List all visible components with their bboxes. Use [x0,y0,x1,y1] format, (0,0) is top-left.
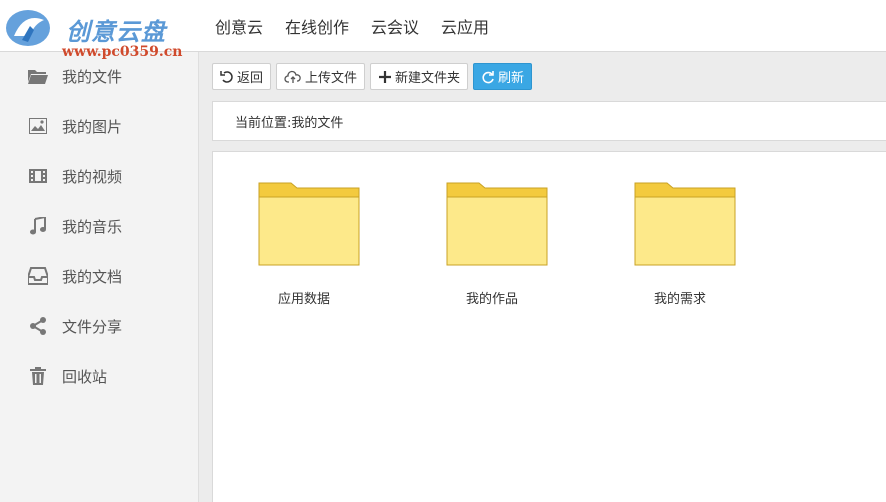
plus-icon [379,70,392,83]
toolbar: 返回 上传文件 新建文件夹 刷新 [212,63,537,90]
folder-icon [258,182,360,266]
watermark-text: www.pc0359.cn [62,44,183,60]
breadcrumb: 当前位置:我的文件 [212,101,886,141]
film-icon [28,166,48,186]
back-button[interactable]: 返回 [212,63,272,90]
upload-button-label: 上传文件 [305,71,358,86]
sidebar-item-my-music[interactable]: 我的音乐 [0,206,199,246]
trash-icon [28,366,48,386]
folder-name: 应用数据 [277,292,330,307]
file-grid: 应用数据 我的作品 我的需求 [212,151,886,502]
sidebar-item-my-images[interactable]: 我的图片 [0,106,199,146]
cloud-upload-icon [284,70,301,83]
inbox-icon [28,266,48,286]
top-bar: 创意云盘 www.pc0359.cn 创意云 在线创作 云会议 云应用 [0,0,886,60]
sidebar-item-recycle-bin[interactable]: 回收站 [0,356,199,396]
undo-icon [220,70,233,83]
refresh-button-label: 刷新 [498,71,525,86]
new-folder-button-label: 新建文件夹 [395,71,461,86]
logo-text: 创意云盘 [66,17,166,46]
new-folder-button[interactable]: 新建文件夹 [370,63,469,90]
folder-name: 我的需求 [653,292,706,307]
breadcrumb-text: 当前位置:我的文件 [235,115,344,131]
top-nav: 创意云 在线创作 云会议 云应用 [215,0,511,52]
sidebar: 我的文件 我的图片 我的视频 我的音乐 我的文档 文件分享 回收站 [0,52,199,502]
sidebar-item-file-share[interactable]: 文件分享 [0,306,199,346]
folder-item[interactable]: 我的作品 [422,182,562,312]
nav-item-cloud-meeting[interactable]: 云会议 [371,14,419,38]
folder-item[interactable]: 应用数据 [234,182,374,312]
sidebar-item-my-documents[interactable]: 我的文档 [0,256,199,296]
sidebar-item-label: 我的文档 [62,267,123,286]
sidebar-item-label: 我的文件 [62,67,123,86]
sidebar-item-my-files[interactable]: 我的文件 [0,56,199,96]
refresh-icon [482,70,494,83]
cloud-logo-icon [6,10,50,46]
folder-item[interactable]: 我的需求 [610,182,750,312]
upload-file-button[interactable]: 上传文件 [276,63,366,90]
sidebar-item-my-videos[interactable]: 我的视频 [0,156,199,196]
folder-icon [28,66,48,86]
sidebar-item-label: 文件分享 [62,317,123,336]
sidebar-item-label: 回收站 [62,367,108,386]
refresh-button[interactable]: 刷新 [473,63,533,90]
share-icon [28,316,48,336]
nav-item-cloud-apps[interactable]: 云应用 [441,14,489,38]
image-icon [28,116,48,136]
back-button-label: 返回 [237,71,264,86]
music-note-icon [28,216,48,236]
sidebar-item-label: 我的音乐 [62,217,123,236]
nav-item-chuangyiyun[interactable]: 创意云 [215,14,263,38]
sidebar-item-label: 我的图片 [62,117,123,136]
sidebar-item-label: 我的视频 [62,167,123,186]
nav-item-online-create[interactable]: 在线创作 [285,14,349,38]
folder-icon [446,182,548,266]
folder-icon [634,182,736,266]
folder-name: 我的作品 [465,292,518,307]
